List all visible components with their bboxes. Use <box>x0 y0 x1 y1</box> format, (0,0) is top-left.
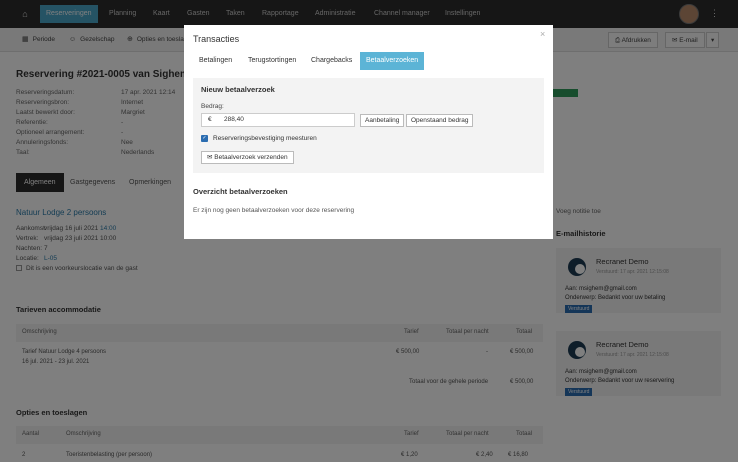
checkbox-label: Reserveringsbevestiging meesturen <box>213 135 317 142</box>
tab-chargebacks[interactable]: Chargebacks <box>305 52 358 70</box>
close-icon[interactable]: × <box>540 29 545 39</box>
openstaand-bedrag-button[interactable]: Openstaand bedrag <box>406 114 474 127</box>
new-request-panel: Nieuw betaalverzoek Bedrag: € 288,40 Aan… <box>193 78 544 173</box>
aanbetaling-button[interactable]: Aanbetaling <box>360 114 405 127</box>
currency-symbol: € <box>208 116 212 123</box>
overview-title: Overzicht betaalverzoeken <box>193 187 288 196</box>
modal-title: Transacties <box>193 34 240 44</box>
send-request-button[interactable]: ✉ Betaalverzoek verzenden <box>201 151 294 164</box>
bedrag-label: Bedrag: <box>201 103 224 110</box>
transacties-modal: Transacties × Betalingen Terugstortingen… <box>184 25 553 239</box>
tab-betalingen[interactable]: Betalingen <box>193 52 238 70</box>
bevestiging-checkbox[interactable]: ✓ <box>201 135 208 142</box>
panel-title: Nieuw betaalverzoek <box>201 85 275 94</box>
overview-empty-text: Er zijn nog geen betaalverzoeken voor de… <box>193 207 355 214</box>
tab-betaalverzoeken[interactable]: Betaalverzoeken <box>360 52 425 70</box>
amount-input[interactable]: € 288,40 <box>201 113 355 127</box>
tab-terugstortingen[interactable]: Terugstortingen <box>242 52 302 70</box>
